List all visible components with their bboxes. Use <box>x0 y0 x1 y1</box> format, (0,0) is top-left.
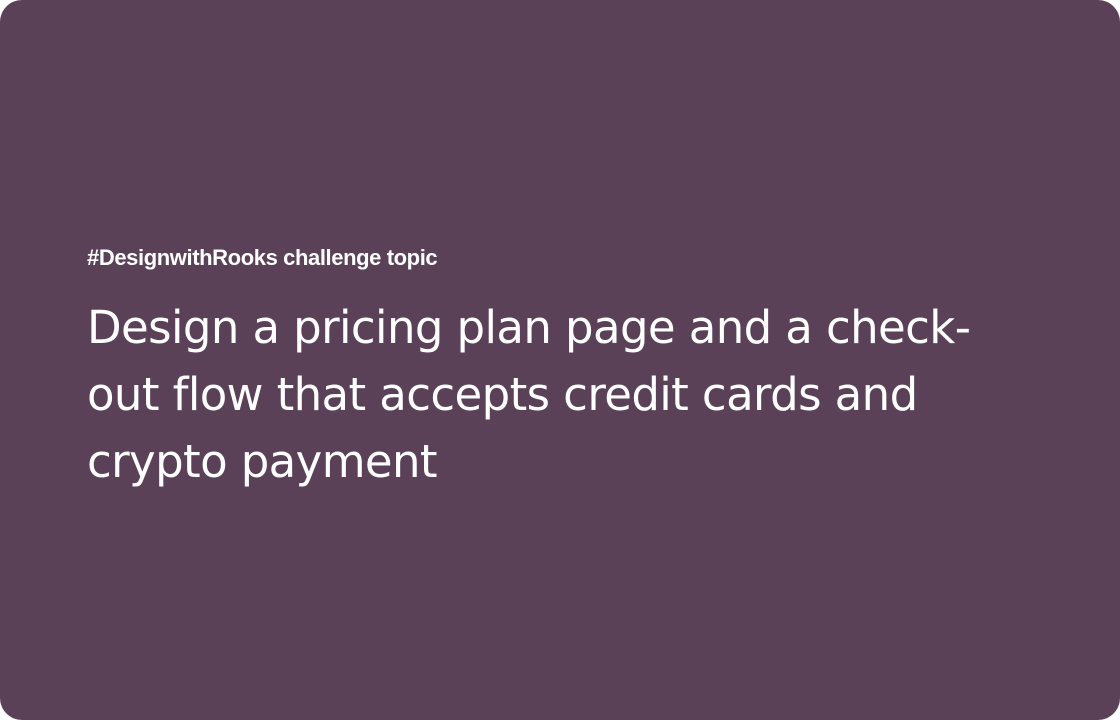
challenge-headline: Design a pricing plan page and a check-o… <box>87 301 971 488</box>
challenge-card: #DesignwithRooks challenge topic Design … <box>0 0 1120 720</box>
challenge-tag: #DesignwithRooks challenge topic <box>87 245 438 270</box>
card-content: #DesignwithRooks challenge topic Design … <box>87 240 1047 495</box>
